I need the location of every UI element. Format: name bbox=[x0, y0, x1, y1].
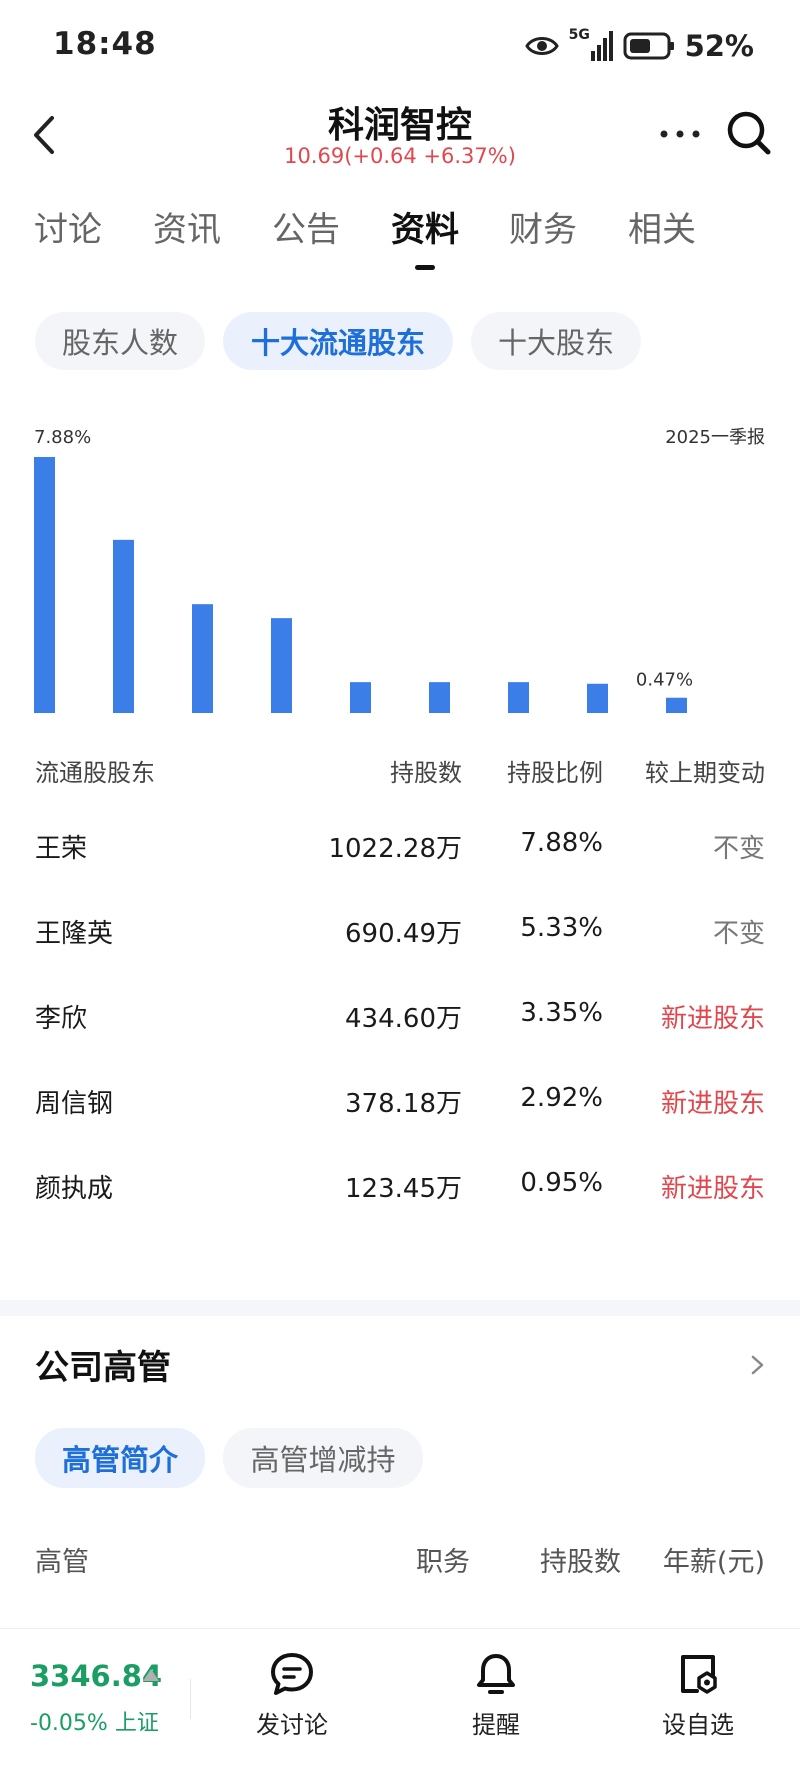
header-shares: 持股数 bbox=[390, 759, 462, 787]
max-value-label: 7.88% bbox=[34, 427, 91, 448]
bar[interactable] bbox=[508, 682, 529, 713]
holder-table: 王荣 1022.28万 7.88% 不变 王隆英 690.49万 5.33% 不… bbox=[0, 820, 800, 1245]
active-tab-indicator bbox=[415, 265, 435, 270]
pill-top10-float-holders[interactable]: 十大流通股东 bbox=[223, 312, 453, 370]
status-icons: 5G 52% bbox=[524, 26, 754, 66]
holder-shares: 1022.28万 bbox=[328, 834, 462, 864]
bar[interactable] bbox=[113, 539, 134, 713]
bar[interactable] bbox=[192, 604, 213, 713]
bar[interactable] bbox=[350, 682, 371, 713]
remind-label: 提醒 bbox=[472, 1711, 520, 1739]
holder-change: 新进股东 bbox=[660, 1004, 765, 1034]
header-salary: 年薪(元) bbox=[662, 1547, 765, 1578]
pill-executive-profile[interactable]: 高管简介 bbox=[35, 1428, 205, 1488]
holder-change: 新进股东 bbox=[660, 1174, 765, 1204]
watchlist-icon bbox=[681, 1655, 717, 1694]
battery-icon bbox=[623, 32, 674, 60]
tab-announcements[interactable]: 公告 bbox=[261, 205, 351, 265]
table-row[interactable]: 李欣 434.60万 3.35% 新进股东 bbox=[0, 990, 800, 1075]
stock-price: 10.69(+0.64 +6.37%) bbox=[284, 144, 516, 168]
tab-profile[interactable]: 资料 bbox=[380, 205, 470, 270]
header-ratio: 持股比例 bbox=[507, 759, 603, 787]
table-row[interactable]: 王荣 1022.28万 7.88% 不变 bbox=[0, 820, 800, 905]
post-discussion-label: 发讨论 bbox=[256, 1711, 328, 1739]
search-icon[interactable] bbox=[724, 108, 774, 158]
remind-button[interactable]: 提醒 bbox=[436, 1651, 556, 1740]
section-divider bbox=[0, 1300, 800, 1316]
tab-bar: 讨论 资讯 公告 资料 财务 相关 bbox=[0, 205, 800, 275]
index-change[interactable]: -0.05% 上证 bbox=[30, 1705, 159, 1737]
executives-title[interactable]: 公司高管 bbox=[35, 1340, 171, 1389]
post-discussion-button[interactable]: 发讨论 bbox=[232, 1651, 352, 1740]
holder-name: 王隆英 bbox=[35, 919, 114, 949]
holder-change: 不变 bbox=[712, 919, 765, 949]
holder-name: 王荣 bbox=[35, 834, 88, 864]
holder-change: 不变 bbox=[712, 834, 765, 864]
signal-icon: 5G bbox=[569, 27, 613, 63]
holder-ratio: 2.92% bbox=[520, 1083, 603, 1113]
bar[interactable] bbox=[429, 682, 450, 713]
holder-name: 李欣 bbox=[35, 1004, 88, 1034]
holder-shares: 434.60万 bbox=[345, 1004, 462, 1034]
holder-ratio: 7.88% bbox=[520, 828, 603, 858]
bottom-bar: 3346.84 -0.05% 上证 发讨论 提醒 设自选 bbox=[0, 1628, 800, 1765]
add-watchlist-button[interactable]: 设自选 bbox=[638, 1651, 758, 1740]
bar[interactable] bbox=[666, 697, 687, 713]
pill-executive-trades[interactable]: 高管增减持 bbox=[223, 1428, 423, 1488]
holder-ratio: 3.35% bbox=[520, 998, 603, 1028]
bottom-divider bbox=[190, 1679, 191, 1719]
holder-table-header: 流通股股东 持股数 持股比例 较上期变动 bbox=[0, 753, 800, 793]
tab-related[interactable]: 相关 bbox=[617, 205, 707, 265]
shareholder-filter: 股东人数 十大流通股东 十大股东 bbox=[0, 312, 800, 372]
holder-name: 周信钢 bbox=[35, 1089, 114, 1119]
header-holder: 流通股股东 bbox=[35, 759, 155, 787]
bar[interactable] bbox=[34, 457, 55, 713]
triangle-up-icon bbox=[143, 1669, 159, 1681]
bar[interactable] bbox=[587, 683, 608, 713]
holder-name: 颜执成 bbox=[35, 1174, 114, 1204]
holder-ratio-chart: 7.88% 2025一季报 0.47% bbox=[0, 420, 800, 720]
table-row[interactable]: 颜执成 123.45万 0.95% 新进股东 bbox=[0, 1160, 800, 1245]
bar-chart-svg: 7.88% 2025一季报 0.47% bbox=[34, 427, 765, 713]
holder-shares: 378.18万 bbox=[345, 1089, 462, 1119]
bell-icon bbox=[477, 1654, 515, 1694]
tab-finance[interactable]: 财务 bbox=[498, 205, 588, 265]
executive-filter: 高管简介 高管增减持 bbox=[0, 1428, 800, 1490]
tab-profile-label: 资料 bbox=[391, 210, 459, 250]
report-period-label: 2025一季报 bbox=[665, 427, 765, 448]
bar[interactable] bbox=[271, 618, 292, 713]
chevron-right-icon[interactable] bbox=[748, 1350, 768, 1380]
header: 科润智控 10.69(+0.64 +6.37%) bbox=[0, 92, 800, 182]
table-row[interactable]: 周信钢 378.18万 2.92% 新进股东 bbox=[0, 1075, 800, 1160]
min-value-label: 0.47% bbox=[636, 670, 693, 691]
eye-icon bbox=[524, 37, 559, 55]
pill-shareholder-count[interactable]: 股东人数 bbox=[35, 312, 205, 370]
chat-bubble-icon bbox=[271, 1653, 313, 1695]
holder-shares: 690.49万 bbox=[345, 919, 462, 949]
tab-news[interactable]: 资讯 bbox=[142, 205, 232, 265]
header-executive: 高管 bbox=[35, 1547, 89, 1578]
header-exec-shares: 持股数 bbox=[540, 1547, 621, 1578]
more-icon[interactable] bbox=[658, 122, 702, 146]
status-bar: 18:48 5G 52% bbox=[0, 0, 800, 92]
holder-change: 新进股东 bbox=[660, 1089, 765, 1119]
holder-shares: 123.45万 bbox=[345, 1174, 462, 1204]
header-change: 较上期变动 bbox=[645, 759, 765, 787]
pill-top10-holders[interactable]: 十大股东 bbox=[471, 312, 641, 370]
tab-discussion[interactable]: 讨论 bbox=[23, 205, 113, 265]
status-time: 18:48 bbox=[53, 26, 157, 62]
add-watchlist-label: 设自选 bbox=[662, 1711, 734, 1739]
table-row[interactable]: 王隆英 690.49万 5.33% 不变 bbox=[0, 905, 800, 990]
battery-percentage: 52% bbox=[684, 29, 754, 63]
holder-ratio: 0.95% bbox=[520, 1168, 603, 1198]
executive-table-header: 高管 职务 持股数 年薪(元) bbox=[0, 1540, 800, 1580]
holder-ratio: 5.33% bbox=[520, 913, 603, 943]
header-position: 职务 bbox=[416, 1547, 470, 1578]
